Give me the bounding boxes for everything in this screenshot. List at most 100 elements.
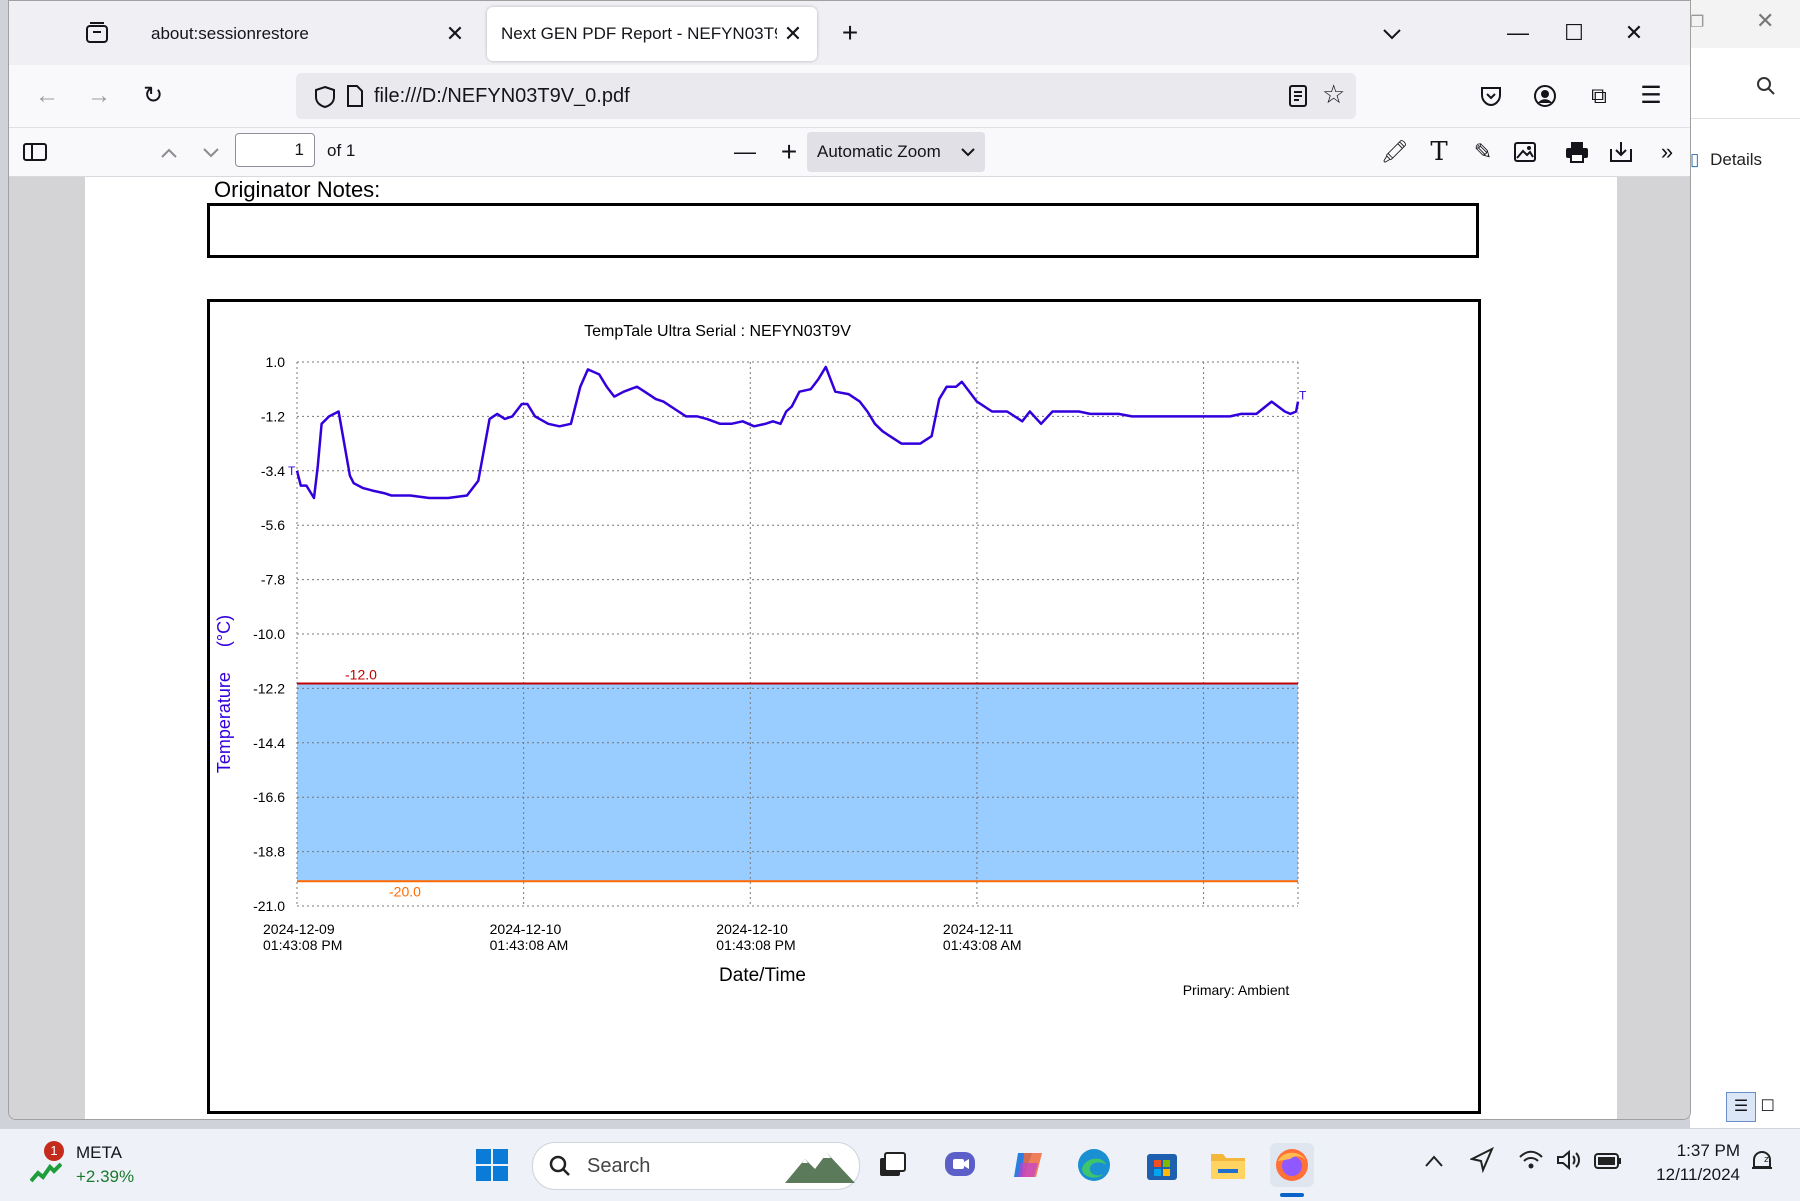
pdf-viewer[interactable]: Originator Notes: 1.0 -1.2 -3.4 -5.6 -7.8 -10…	[9, 177, 1690, 1119]
background-window-titlebar: ❐ ✕	[1690, 0, 1800, 48]
list-view-icon[interactable]: ☰	[1726, 1092, 1756, 1122]
url-bar[interactable]: file:///D:/NEFYN03T9V_0.pdf ☆	[296, 73, 1356, 119]
firefox-button[interactable]	[1270, 1143, 1314, 1187]
close-tab-icon[interactable]: ✕	[443, 22, 467, 46]
details-label: Details	[1710, 150, 1763, 169]
taskbar-search[interactable]: Search	[532, 1142, 860, 1190]
mountain-image-icon	[785, 1153, 855, 1183]
store-button[interactable]	[1140, 1143, 1184, 1187]
background-window: ❐ ✕ ▯ Details ☰ ☐	[1690, 0, 1800, 1128]
tab-overview-button[interactable]	[77, 13, 117, 53]
copilot-button[interactable]	[1006, 1143, 1050, 1187]
list-all-tabs-button[interactable]	[1367, 13, 1417, 53]
chart-title: TempTale Ultra Serial : NEFYN03T9V	[584, 323, 851, 340]
teams-icon	[945, 1152, 975, 1176]
zoom-value: Automatic Zoom	[817, 142, 941, 161]
extensions-button[interactable]: ⧉	[1579, 76, 1619, 116]
app-menu-button[interactable]: ☰	[1631, 76, 1671, 116]
print-button[interactable]	[1561, 136, 1593, 168]
tab-session-restore[interactable]: about:sessionrestore ✕	[133, 7, 479, 61]
firefox-icon	[1276, 1149, 1308, 1181]
location-icon[interactable]	[1469, 1146, 1494, 1178]
minimize-button[interactable]: —	[1493, 13, 1543, 53]
originator-notes-label: Originator Notes:	[214, 177, 381, 202]
close-icon[interactable]: ✕	[1756, 8, 1774, 34]
tile-view-icon[interactable]: ☐	[1760, 1096, 1782, 1118]
temperature-series-line	[295, 365, 1300, 500]
file-explorer-button[interactable]	[1206, 1143, 1250, 1187]
reader-view-icon[interactable]	[1288, 85, 1308, 107]
next-page-button[interactable]	[195, 136, 227, 168]
page-number-input[interactable]: 1	[235, 133, 315, 167]
search-icon[interactable]	[1756, 76, 1776, 96]
back-button[interactable]: ←	[27, 76, 67, 116]
draw-button[interactable]: ✎	[1467, 136, 1499, 168]
zoom-in-button[interactable]: +	[773, 136, 805, 168]
tab-bar: about:sessionrestore ✕ Next GEN PDF Repo…	[9, 1, 1690, 65]
add-image-button[interactable]	[1509, 136, 1541, 168]
windows-logo-icon	[476, 1149, 508, 1181]
text-icon: T	[1430, 137, 1448, 167]
close-window-button[interactable]: ✕	[1609, 13, 1659, 53]
text-button[interactable]: T	[1423, 136, 1455, 168]
x-tick-time-label: 01:43:08 AM	[943, 937, 1022, 953]
maximize-button[interactable]: ☐	[1549, 13, 1599, 53]
task-view-button[interactable]	[870, 1143, 914, 1187]
zoom-select[interactable]: Automatic Zoom	[807, 132, 985, 172]
double-chevron-right-icon: »	[1660, 139, 1674, 164]
pocket-button[interactable]	[1471, 76, 1511, 116]
url-text[interactable]: file:///D:/NEFYN03T9V_0.pdf	[374, 85, 630, 108]
chevron-down-icon	[203, 148, 219, 158]
stock-widget[interactable]: 1 META +2.39%	[28, 1141, 158, 1191]
shield-icon[interactable]	[314, 85, 336, 109]
start-button[interactable]	[470, 1143, 514, 1187]
details-button[interactable]: ▯ Details	[1690, 150, 1762, 170]
show-hidden-icons-button[interactable]	[1424, 1151, 1444, 1174]
view-toggle: ☰ ☐	[1726, 1092, 1782, 1122]
clock-time: 1:37 PM	[1676, 1141, 1740, 1160]
notification-badge: 1	[44, 1141, 64, 1161]
restore-icon[interactable]: ❐	[1690, 12, 1704, 32]
tab-pdf-report[interactable]: Next GEN PDF Report - NEFYN03T9V ✕	[487, 7, 817, 61]
copilot-icon	[1014, 1153, 1042, 1177]
arrow-left-icon: ←	[35, 82, 59, 109]
new-tab-button[interactable]: +	[825, 13, 875, 53]
start-marker: T	[288, 464, 296, 478]
file-icon	[347, 85, 363, 107]
reload-icon: ↻	[142, 82, 164, 109]
volume-icon[interactable]	[1556, 1149, 1582, 1176]
reload-button[interactable]: ↻	[133, 76, 173, 116]
battery-icon[interactable]	[1594, 1153, 1622, 1174]
notification-center-icon[interactable]: z	[1750, 1149, 1774, 1181]
forward-button[interactable]: →	[79, 76, 119, 116]
temperature-chart: 1.0 -1.2 -3.4 -5.6 -7.8 -10.0 -12.2 -14.4 -16.6 -…	[214, 323, 1307, 998]
background-window-toolbar	[1690, 50, 1800, 119]
search-placeholder: Search	[587, 1155, 651, 1177]
edge-button[interactable]	[1072, 1143, 1116, 1187]
sidebar-toggle-button[interactable]	[19, 136, 51, 168]
image-icon	[1514, 142, 1536, 162]
save-button[interactable]	[1605, 136, 1637, 168]
highlight-button[interactable]: 🖍	[1379, 136, 1411, 168]
y-tick-label: -10.0	[253, 626, 285, 642]
task-view-icon	[880, 1152, 906, 1176]
y-tick-label: -3.4	[261, 463, 285, 479]
y-axis-label: Temperature (°C)	[214, 615, 234, 773]
teams-button[interactable]	[938, 1143, 982, 1187]
download-icon	[1610, 142, 1632, 162]
close-tab-icon[interactable]: ✕	[781, 22, 805, 46]
account-button[interactable]	[1525, 76, 1565, 116]
zoom-out-button[interactable]: —	[729, 136, 761, 168]
originator-notes-box	[207, 203, 1479, 258]
bookmark-star-icon[interactable]: ☆	[1322, 79, 1345, 110]
chart-frame: 1.0 -1.2 -3.4 -5.6 -7.8 -10.0 -12.2 -14.4 -16.6 -…	[207, 299, 1481, 1114]
y-tick-label: -16.6	[253, 789, 285, 805]
document-icon: ▯	[1690, 150, 1700, 169]
previous-page-button[interactable]	[153, 136, 185, 168]
sidebar-icon	[23, 143, 47, 161]
wifi-icon[interactable]	[1518, 1149, 1544, 1176]
clock[interactable]: 1:37 PM 12/11/2024	[1640, 1141, 1740, 1185]
more-tools-button[interactable]: »	[1651, 136, 1683, 168]
chevron-down-icon	[961, 148, 975, 157]
end-marker: T	[1299, 389, 1307, 403]
